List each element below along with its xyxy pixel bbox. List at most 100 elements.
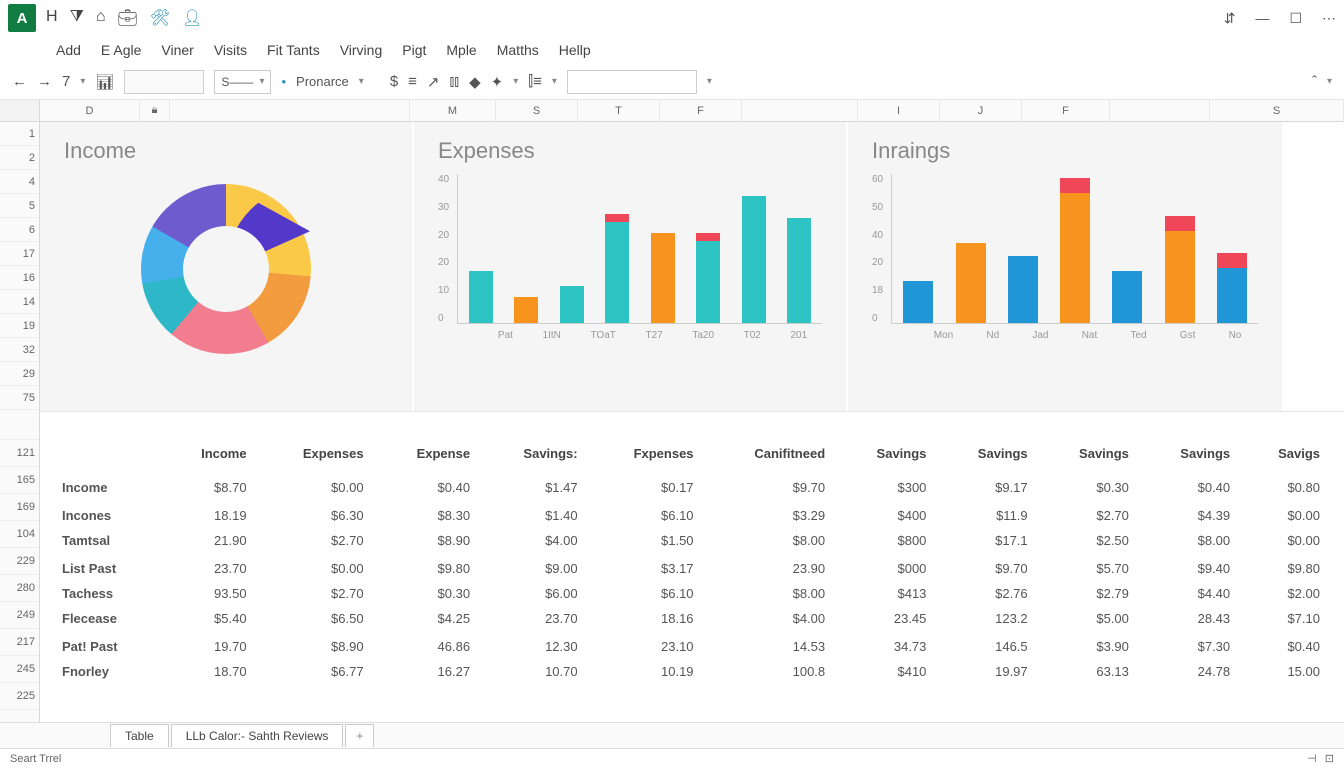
col-header[interactable]: Savings [1139, 440, 1240, 471]
qa-h-icon[interactable]: H [46, 8, 58, 28]
maximize-button[interactable]: ☐ [1289, 10, 1302, 27]
bullet-icon[interactable]: ◆ [469, 73, 481, 91]
seven-icon[interactable]: 7 [62, 73, 70, 90]
col-header[interactable] [52, 440, 162, 471]
menu-mple[interactable]: Mple [446, 42, 476, 58]
qa-home-icon[interactable]: ⌂ [96, 8, 106, 28]
qa-filter-icon[interactable]: ⧩ [70, 8, 84, 28]
style-select[interactable]: S——▾ [214, 70, 271, 94]
col-s[interactable]: S [496, 100, 578, 121]
menu-hellp[interactable]: Hellp [559, 42, 591, 58]
menu-eagle[interactable]: E Agle [101, 42, 141, 58]
row-header-cell[interactable]: 121 [0, 440, 39, 467]
row-header-cell[interactable]: 32 [0, 338, 39, 362]
row-header-cell[interactable]: 14 [0, 290, 39, 314]
tab-add[interactable]: + [345, 724, 374, 747]
col-header[interactable]: Savings: [480, 440, 588, 471]
forward-icon[interactable]: → [37, 73, 52, 90]
qa-tools-icon[interactable]: 🛠︎ [150, 8, 170, 28]
row-header-cell[interactable]: 225 [0, 683, 39, 710]
menu-pigt[interactable]: Pigt [402, 42, 426, 58]
col-f2[interactable]: F [1022, 100, 1110, 121]
col-lock[interactable]: 🔒︎ [140, 100, 170, 121]
row-header-cell[interactable]: 75 [0, 386, 39, 410]
col-header[interactable]: Income [162, 440, 257, 471]
row-header-cell[interactable]: 280 [0, 575, 39, 602]
formula-bar[interactable] [567, 70, 697, 94]
income-card: Income [40, 122, 414, 411]
col-d[interactable]: D [40, 100, 140, 121]
col-i[interactable]: I [858, 100, 940, 121]
row-header-cell[interactable]: 229 [0, 548, 39, 575]
name-box[interactable] [124, 70, 204, 94]
col-j[interactable]: J [940, 100, 1022, 121]
row-header-cell[interactable]: 17 [0, 242, 39, 266]
row-header-cell[interactable]: 104 [0, 521, 39, 548]
dropdown-icon[interactable]: ▾ [80, 76, 85, 87]
table-row[interactable]: Incones18.19$6.30$8.30$1.40$6.10$3.29$40… [52, 500, 1330, 528]
row-header-cell[interactable]: 165 [0, 467, 39, 494]
tab-table[interactable]: Table [110, 724, 169, 747]
row-header-cell[interactable]: 249 [0, 602, 39, 629]
table-row[interactable]: Fnorley18.70$6.7716.2710.7010.19100.8$41… [52, 659, 1330, 684]
zoom-icon[interactable]: ⊡ [1325, 752, 1334, 765]
more-button[interactable]: ⋯ [1322, 10, 1336, 27]
table-row[interactable]: List Past23.70$0.00$9.80$9.00$3.1723.90$… [52, 553, 1330, 581]
indent-icon[interactable]: ⫿≡ [528, 73, 542, 90]
col-header[interactable]: Fxpenses [588, 440, 704, 471]
pronarce-chev-icon[interactable]: ▾ [359, 76, 364, 87]
col-s2[interactable]: S [1210, 100, 1344, 121]
tab-reviews[interactable]: LLb Calor:- Sahth Reviews [171, 724, 344, 747]
col-header[interactable]: Savings [936, 440, 1037, 471]
expand-icon[interactable]: ˆ [1312, 73, 1317, 90]
col-header[interactable]: Expenses [257, 440, 374, 471]
col-header[interactable]: Canifitneed [704, 440, 836, 471]
col-header[interactable]: Savigs [1240, 440, 1330, 471]
col-header[interactable]: Savings [1038, 440, 1139, 471]
menu-add[interactable]: Add [56, 42, 81, 58]
menu-fittants[interactable]: Fit Tants [267, 42, 320, 58]
col-m[interactable]: M [410, 100, 496, 121]
sparkle-icon[interactable]: ✦ [491, 73, 504, 91]
qa-user-icon[interactable]: 👤︎ [182, 8, 202, 28]
currency-icon[interactable]: $ [390, 73, 398, 90]
row-header: 1245617161419322975121165169104229280249… [0, 122, 40, 722]
col-header[interactable]: Expense [374, 440, 481, 471]
table-row[interactable]: Income$8.70$0.00$0.40$1.47$0.17$9.70$300… [52, 471, 1330, 500]
row-header-cell[interactable]: 169 [0, 494, 39, 521]
menu-matths[interactable]: Matths [497, 42, 539, 58]
menu-viner[interactable]: Viner [161, 42, 193, 58]
row-header-cell[interactable]: 6 [0, 218, 39, 242]
table-row[interactable]: Flecease$5.40$6.50$4.2523.7018.16$4.0023… [52, 606, 1330, 631]
chart-icon[interactable]: 📊︎ [95, 73, 114, 91]
collapse-icon[interactable]: ⇵ [1224, 10, 1236, 27]
select-all-corner[interactable] [0, 100, 40, 121]
row-header-cell[interactable]: 16 [0, 266, 39, 290]
row-header-cell[interactable]: 5 [0, 194, 39, 218]
row-header-cell[interactable]: 245 [0, 656, 39, 683]
back-icon[interactable]: ← [12, 73, 27, 90]
minimize-button[interactable]: — [1255, 10, 1269, 26]
table-row[interactable]: Tamtsal21.90$2.70$8.90$4.00$1.50$8.00$80… [52, 528, 1330, 553]
table-row[interactable]: Pat! Past19.70$8.9046.8612.3023.1014.533… [52, 631, 1330, 659]
bar [742, 196, 766, 324]
menu-virving[interactable]: Virving [340, 42, 383, 58]
align-icon[interactable]: ≡ [408, 73, 417, 90]
row-header-cell[interactable]: 19 [0, 314, 39, 338]
row-header-cell[interactable] [0, 410, 39, 440]
row-header-cell[interactable]: 29 [0, 362, 39, 386]
arrow-icon[interactable]: ↗ [427, 73, 440, 91]
row-header-cell[interactable]: 4 [0, 170, 39, 194]
menu-visits[interactable]: Visits [214, 42, 247, 58]
table-row[interactable]: Tachess93.50$2.70$0.30$6.00$6.10$8.00$41… [52, 581, 1330, 606]
pronarce-label[interactable]: Pronarce [296, 74, 349, 89]
formula-chev-icon[interactable]: ▾ [707, 76, 712, 87]
bars-icon[interactable]: ⫾⫾ [450, 73, 460, 90]
col-header[interactable]: Savings [835, 440, 936, 471]
qa-briefcase-icon[interactable]: 💼︎ [118, 8, 138, 28]
row-header-cell[interactable]: 1 [0, 122, 39, 146]
col-f[interactable]: F [660, 100, 742, 121]
row-header-cell[interactable]: 2 [0, 146, 39, 170]
col-t[interactable]: T [578, 100, 660, 121]
row-header-cell[interactable]: 217 [0, 629, 39, 656]
